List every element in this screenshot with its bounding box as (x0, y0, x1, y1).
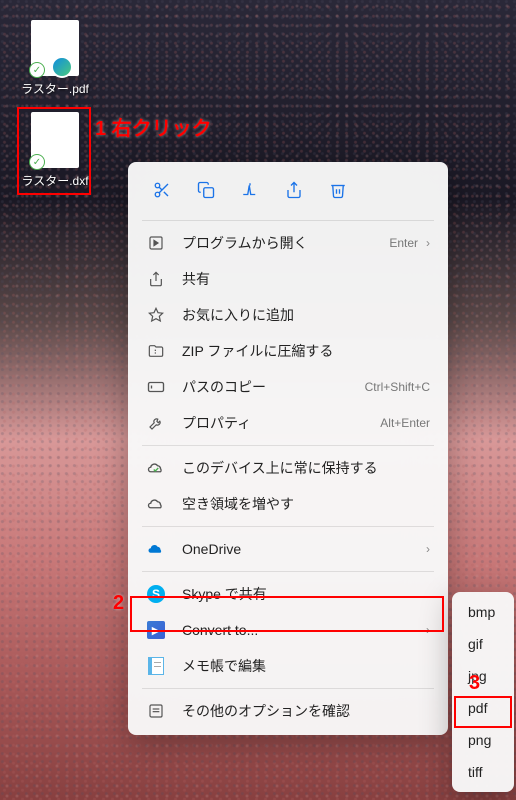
submenu-jpg[interactable]: jpg (456, 660, 510, 692)
rename-button[interactable] (230, 172, 270, 208)
menu-label: このデバイス上に常に保持する (182, 458, 430, 478)
menu-label: プログラムから開く (182, 233, 389, 253)
menu-zip[interactable]: ZIP ファイルに圧縮する (134, 333, 442, 369)
menu-label: プロパティ (182, 413, 380, 433)
notepad-icon (146, 656, 166, 676)
divider (142, 571, 434, 572)
annotation-box-3 (454, 696, 512, 728)
copy-icon (197, 181, 215, 199)
shortcut: Ctrl+Shift+C (365, 380, 430, 394)
menu-label: お気に入りに追加 (182, 305, 430, 325)
menu-favorite[interactable]: お気に入りに追加 (134, 297, 442, 333)
annotation-2: 2 (113, 592, 124, 615)
chevron-right-icon: › (426, 236, 430, 250)
copy-path-icon (146, 377, 166, 397)
star-icon (146, 305, 166, 325)
menu-free-space[interactable]: 空き領域を増やす (134, 486, 442, 522)
open-with-icon (146, 233, 166, 253)
cloud-icon (146, 494, 166, 514)
menu-label: 共有 (182, 269, 430, 289)
desktop-file-pdf[interactable]: ✓ ラスター.pdf (20, 20, 90, 97)
cloud-check-icon (146, 458, 166, 478)
zip-icon (146, 341, 166, 361)
divider (142, 220, 434, 221)
menu-open-with[interactable]: プログラムから開く Enter › (134, 225, 442, 261)
share-icon (146, 269, 166, 289)
menu-onedrive[interactable]: OneDrive › (134, 531, 442, 567)
sync-icon: ✓ (29, 62, 45, 78)
submenu-gif[interactable]: gif (456, 628, 510, 660)
submenu-png[interactable]: png (456, 724, 510, 756)
chevron-right-icon: › (426, 542, 430, 556)
annotation-3: 3 (469, 672, 480, 695)
menu-label: メモ帳で編集 (182, 656, 430, 676)
menu-properties[interactable]: プロパティ Alt+Enter (134, 405, 442, 441)
menu-notepad[interactable]: メモ帳で編集 (134, 648, 442, 684)
shortcut: Alt+Enter (380, 416, 430, 430)
menu-label: パスのコピー (182, 377, 365, 397)
menu-label: ZIP ファイルに圧縮する (182, 341, 430, 361)
annotation-1: 1 右クリック (95, 112, 212, 141)
menu-more-options[interactable]: その他のオプションを確認 (134, 693, 442, 729)
cut-button[interactable] (142, 172, 182, 208)
share-arrow-icon (285, 181, 303, 199)
submenu-tiff[interactable]: tiff (456, 756, 510, 788)
context-toolbar (134, 168, 442, 216)
menu-copy-path[interactable]: パスのコピー Ctrl+Shift+C (134, 369, 442, 405)
scissors-icon (153, 181, 171, 199)
convert-submenu: bmp gif jpg pdf png tiff (452, 592, 514, 792)
file-label: ラスター.pdf (20, 80, 90, 97)
file-icon: ✓ (31, 20, 79, 76)
menu-keep-device[interactable]: このデバイス上に常に保持する (134, 450, 442, 486)
more-icon (146, 701, 166, 721)
divider (142, 688, 434, 689)
menu-label: 空き領域を増やす (182, 494, 430, 514)
share-button[interactable] (274, 172, 314, 208)
onedrive-icon (146, 539, 166, 559)
copy-button[interactable] (186, 172, 226, 208)
menu-share[interactable]: 共有 (134, 261, 442, 297)
menu-label: OneDrive (182, 541, 418, 557)
submenu-bmp[interactable]: bmp (456, 596, 510, 628)
delete-button[interactable] (318, 172, 358, 208)
annotation-box-2 (130, 596, 444, 632)
context-menu: プログラムから開く Enter › 共有 お気に入りに追加 ZIP ファイルに圧… (128, 162, 448, 735)
trash-icon (329, 181, 347, 199)
divider (142, 445, 434, 446)
wrench-icon (146, 413, 166, 433)
divider (142, 526, 434, 527)
edge-icon (51, 56, 73, 78)
annotation-box-1 (17, 107, 91, 195)
menu-label: その他のオプションを確認 (182, 701, 430, 721)
shortcut: Enter (389, 236, 418, 250)
rename-icon (241, 181, 259, 199)
